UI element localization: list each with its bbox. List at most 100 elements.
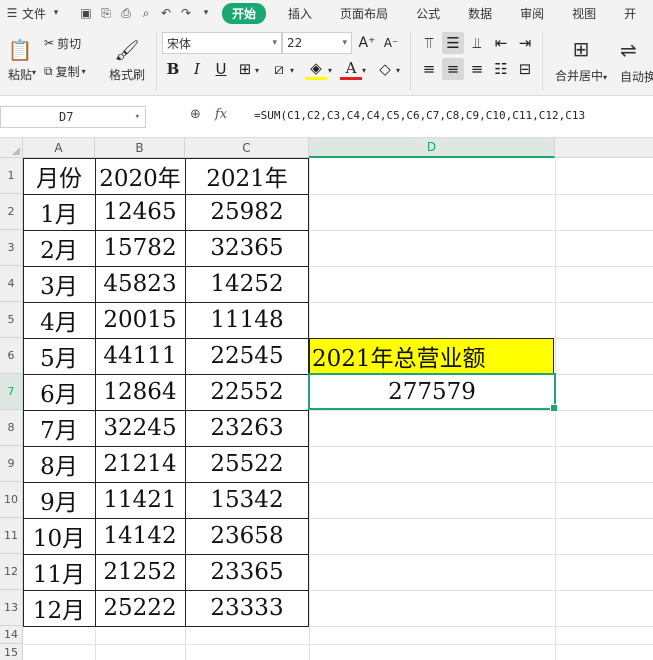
cut-button[interactable]: ✂ 剪切 bbox=[44, 34, 81, 52]
table-cell[interactable]: 1月 bbox=[23, 194, 95, 230]
row-header[interactable]: 13 bbox=[0, 590, 23, 626]
row-header[interactable]: 5 bbox=[0, 302, 23, 338]
wrap-text-button[interactable]: ⇌ 自动换 bbox=[620, 32, 653, 88]
clear-button[interactable]: ◇ bbox=[374, 58, 396, 80]
tab-home[interactable]: 开始 bbox=[222, 2, 267, 24]
fill-format-button[interactable]: ⧄ bbox=[268, 58, 290, 80]
save-icon[interactable]: ▣ bbox=[79, 6, 93, 20]
column-header-a[interactable]: A bbox=[23, 138, 95, 158]
table-cell[interactable]: 32365 bbox=[185, 230, 309, 266]
row-header[interactable]: 7 bbox=[0, 374, 23, 410]
align-center-button[interactable]: ≡ bbox=[442, 58, 464, 80]
table-cell[interactable]: 23263 bbox=[185, 410, 309, 446]
table-cell[interactable]: 44111 bbox=[95, 338, 185, 374]
table-cell[interactable]: 15342 bbox=[185, 482, 309, 518]
paste-button[interactable]: 📋 粘贴 bbox=[4, 32, 36, 88]
table-cell[interactable]: 32245 bbox=[95, 410, 185, 446]
summary-label-cell[interactable]: 2021年总营业额 bbox=[310, 338, 554, 374]
decrease-indent-button[interactable]: ⇤ bbox=[490, 32, 512, 54]
row-header[interactable]: 2 bbox=[0, 194, 23, 230]
column-header-b[interactable]: B bbox=[95, 138, 185, 158]
underline-button[interactable]: U bbox=[210, 58, 232, 80]
zoom-icon[interactable]: ⊕ bbox=[190, 107, 201, 122]
table-cell[interactable]: 23365 bbox=[185, 554, 309, 590]
align-left-button[interactable]: ≡ bbox=[418, 58, 440, 80]
print-icon[interactable]: ⎙ bbox=[119, 6, 133, 20]
table-cell[interactable]: 5月 bbox=[23, 338, 95, 374]
decrease-font-size-button[interactable]: A⁻ bbox=[380, 32, 402, 54]
table-cell[interactable]: 8月 bbox=[23, 446, 95, 482]
table-cell[interactable]: 14142 bbox=[95, 518, 185, 554]
table-cell[interactable]: 2月 bbox=[23, 230, 95, 266]
column-header-d[interactable]: D bbox=[309, 138, 555, 158]
table-cell[interactable]: 22545 bbox=[185, 338, 309, 374]
tab-insert[interactable]: 插入 bbox=[274, 5, 326, 22]
row-header[interactable]: 9 bbox=[0, 446, 23, 482]
table-cell[interactable]: 21252 bbox=[95, 554, 185, 590]
insert-function-icon[interactable]: fx bbox=[215, 107, 227, 122]
table-cell[interactable]: 10月 bbox=[23, 518, 95, 554]
table-cell[interactable]: 14252 bbox=[185, 266, 309, 302]
increase-indent-button[interactable]: ⇥ bbox=[514, 32, 536, 54]
tab-more[interactable]: 开 bbox=[610, 5, 636, 22]
increase-font-size-button[interactable]: A⁺ bbox=[356, 32, 378, 54]
header-cell[interactable]: 2020年 bbox=[95, 158, 185, 194]
tab-data[interactable]: 数据 bbox=[454, 5, 506, 22]
table-cell[interactable]: 3月 bbox=[23, 266, 95, 302]
table-cell[interactable]: 11月 bbox=[23, 554, 95, 590]
borders-button[interactable]: ⊞ bbox=[234, 58, 256, 80]
font-size-select[interactable]: 22 ▾ bbox=[282, 32, 352, 54]
table-cell[interactable]: 21214 bbox=[95, 446, 185, 482]
align-bottom-button[interactable]: ⫫ bbox=[466, 32, 488, 54]
distribute-button[interactable]: ⊟ bbox=[514, 58, 536, 80]
table-cell[interactable]: 23658 bbox=[185, 518, 309, 554]
clear-chevron-icon[interactable]: ▾ bbox=[396, 66, 400, 75]
row-header[interactable]: 3 bbox=[0, 230, 23, 266]
print-preview-icon[interactable]: ⌕ bbox=[139, 6, 153, 20]
borders-chevron-icon[interactable]: ▾ bbox=[255, 66, 259, 75]
align-top-button[interactable]: ⫪ bbox=[418, 32, 440, 54]
table-cell[interactable]: 11421 bbox=[95, 482, 185, 518]
format-painter-button[interactable]: 🖌 格式刷 bbox=[106, 32, 148, 88]
file-menu[interactable]: ☰ 文件 ▾ bbox=[0, 5, 66, 22]
row-header[interactable]: 6 bbox=[0, 338, 23, 374]
table-cell[interactable]: 6月 bbox=[23, 374, 95, 410]
font-color-chevron-icon[interactable]: ▾ bbox=[362, 66, 366, 75]
table-cell[interactable]: 20015 bbox=[95, 302, 185, 338]
select-all-button[interactable] bbox=[0, 138, 23, 158]
table-cell[interactable]: 12月 bbox=[23, 590, 95, 626]
bold-button[interactable]: B bbox=[162, 58, 184, 80]
row-header[interactable]: 1 bbox=[0, 158, 23, 194]
row-header[interactable]: 15 bbox=[0, 644, 23, 660]
tab-view[interactable]: 视图 bbox=[558, 5, 610, 22]
row-header[interactable]: 14 bbox=[0, 626, 23, 644]
name-box[interactable]: D7 ▾ bbox=[0, 106, 146, 128]
copy-button[interactable]: ⧉ 复制 ▾ bbox=[44, 62, 86, 80]
column-header-c[interactable]: C bbox=[185, 138, 309, 158]
undo-icon[interactable]: ↶ bbox=[159, 6, 173, 20]
table-cell[interactable]: 22552 bbox=[185, 374, 309, 410]
font-color-button[interactable]: A bbox=[340, 58, 362, 80]
row-header[interactable]: 4 bbox=[0, 266, 23, 302]
row-header[interactable]: 8 bbox=[0, 410, 23, 446]
table-cell[interactable]: 9月 bbox=[23, 482, 95, 518]
column-header-e[interactable] bbox=[555, 138, 653, 158]
merge-center-button[interactable]: ⊞ 合并居中▾ bbox=[548, 32, 614, 88]
table-cell[interactable]: 25982 bbox=[185, 194, 309, 230]
table-cell[interactable]: 45823 bbox=[95, 266, 185, 302]
formula-input[interactable]: =SUM(C1,C2,C3,C4,C4,C5,C6,C7,C8,C9,C10,C… bbox=[254, 109, 585, 122]
redo-icon[interactable]: ↷ bbox=[179, 6, 193, 20]
italic-button[interactable]: I bbox=[186, 58, 208, 80]
table-cell[interactable]: 7月 bbox=[23, 410, 95, 446]
fill-color-button[interactable]: ◈ bbox=[305, 58, 327, 80]
justify-button[interactable]: ☷ bbox=[490, 58, 512, 80]
table-cell[interactable]: 15782 bbox=[95, 230, 185, 266]
customize-chevron-icon[interactable]: ▾ bbox=[199, 6, 213, 20]
table-cell[interactable]: 25522 bbox=[185, 446, 309, 482]
table-cell[interactable]: 25222 bbox=[95, 590, 185, 626]
align-right-button[interactable]: ≡ bbox=[466, 58, 488, 80]
fill-color-chevron-icon[interactable]: ▾ bbox=[328, 66, 332, 75]
row-header[interactable]: 11 bbox=[0, 518, 23, 554]
fill-format-chevron-icon[interactable]: ▾ bbox=[290, 66, 294, 75]
row-header[interactable]: 12 bbox=[0, 554, 23, 590]
